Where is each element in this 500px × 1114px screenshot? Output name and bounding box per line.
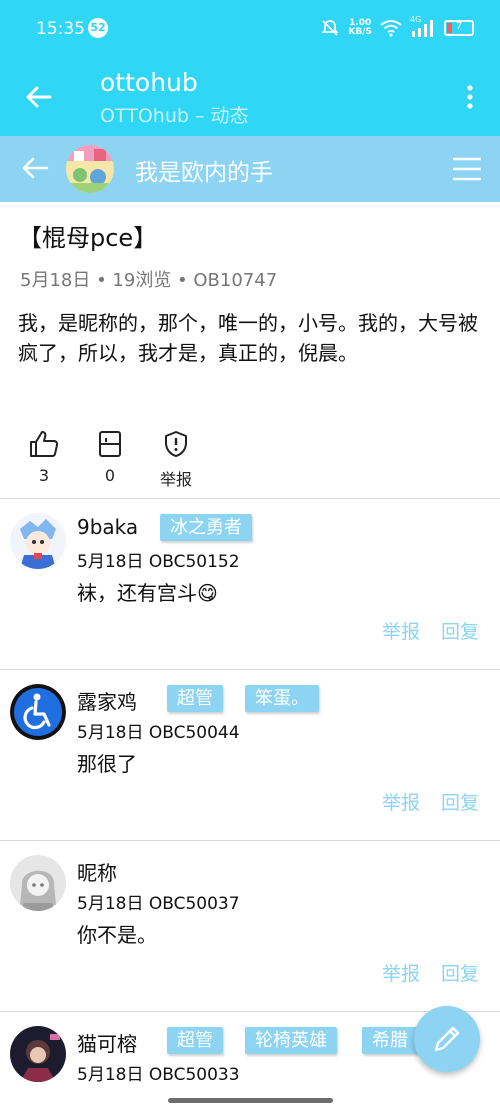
status-time: 15:35 [36, 19, 85, 39]
comment-meta: 5月18日 OBC50033 [77, 1065, 240, 1085]
comment-avatar[interactable] [10, 855, 66, 911]
thumb-up-icon [30, 431, 59, 457]
comment-item: 露家鸡 超管 笨蛋。 5月18日 OBC50044 那很了 举报 回复 [0, 670, 500, 840]
post-body: 我，是昵称的，那个，唯一的，小号。我的，大号被疯了，所以，我才是，真正的，倪晨。 [18, 311, 478, 365]
app-header: 15:35 52 1.00 KB/S 4G 7 ottohub OTTOhub … [0, 0, 500, 136]
notification-count-badge: 52 [88, 18, 108, 38]
signal-bars-icon [412, 20, 433, 37]
net-speed: 1.00 KB/S [348, 19, 372, 37]
status-icons: 1.00 KB/S 4G 7 [320, 15, 474, 39]
user-title-badge: 超管 [167, 685, 223, 712]
reply-button[interactable]: 回复 [441, 959, 479, 986]
report-post-button[interactable]: 举报 [146, 430, 206, 490]
app-title: ottohub [100, 68, 198, 97]
save-button[interactable]: 0 [80, 430, 140, 485]
profile-header: 我是欧内的手 [0, 136, 500, 202]
user-title-badge: 笨蛋。 [245, 685, 319, 712]
comment-avatar[interactable] [10, 513, 66, 569]
net-speed-unit: KB/S [348, 27, 372, 37]
cell-signal: 4G [410, 15, 436, 38]
comment-username: 9baka [77, 515, 139, 539]
report-label: 举报 [159, 470, 192, 489]
reply-button[interactable]: 回复 [441, 617, 479, 644]
back-arrow-icon[interactable] [22, 80, 56, 114]
comment-meta: 5月18日 OBC50044 [77, 723, 240, 743]
compose-fab[interactable] [414, 1006, 480, 1072]
mute-bell-icon [322, 20, 339, 36]
comment-item: 9baka 冰之勇者 5月18日 OBC50152 袜，还有宫斗😋 举报 回复 [0, 499, 500, 669]
report-comment-button[interactable]: 举报 [382, 959, 420, 986]
app-subtitle: OTTOhub – 动态 [100, 105, 249, 127]
report-comment-button[interactable]: 举报 [382, 617, 420, 644]
user-title-badge: 希腊 [362, 1027, 418, 1054]
more-vert-icon[interactable] [460, 82, 480, 112]
comment-username: 露家鸡 [77, 690, 137, 714]
comment-text: 你不是。 [77, 923, 157, 947]
post-title: 【棍母pce】 [18, 224, 158, 252]
user-avatar[interactable] [66, 145, 114, 193]
shield-alert-icon [165, 431, 187, 457]
save-count: 0 [104, 466, 116, 485]
battery-indicator: 7 [444, 20, 474, 36]
user-title-badge: 冰之勇者 [160, 514, 252, 541]
back-arrow-icon[interactable] [18, 151, 52, 185]
report-comment-button[interactable]: 举报 [382, 788, 420, 815]
user-title-badge: 轮椅英雄 [245, 1027, 337, 1054]
comment-username: 昵称 [77, 861, 117, 885]
reply-button[interactable]: 回复 [441, 788, 479, 815]
comment-text: 袜，还有宫斗😋 [77, 581, 218, 605]
status-bar: 15:35 52 1.00 KB/S 4G 7 [0, 0, 500, 58]
comment-item: 昵称 5月18日 OBC50037 你不是。 举报 回复 [0, 841, 500, 1011]
comment-meta: 5月18日 OBC50152 [77, 552, 240, 572]
profile-username: 我是欧内的手 [135, 160, 273, 186]
comment-avatar[interactable] [10, 1026, 66, 1082]
comment-username: 猫可榕 [77, 1032, 137, 1056]
hamburger-menu-icon[interactable] [452, 155, 482, 183]
user-title-badge: 超管 [167, 1027, 223, 1054]
comment-meta: 5月18日 OBC50037 [77, 894, 240, 914]
like-button[interactable]: 3 [14, 430, 74, 485]
wifi-icon [380, 20, 402, 37]
comment-text: 那很了 [77, 752, 137, 776]
post-meta: 5月18日 • 19浏览 • OB10747 [20, 270, 278, 291]
pencil-icon [434, 1026, 460, 1052]
bookmark-icon [99, 431, 121, 457]
like-count: 3 [38, 466, 50, 485]
battery-level: 7 [455, 21, 463, 32]
comment-avatar[interactable] [10, 684, 66, 740]
gesture-nav-bar[interactable] [168, 1098, 333, 1103]
